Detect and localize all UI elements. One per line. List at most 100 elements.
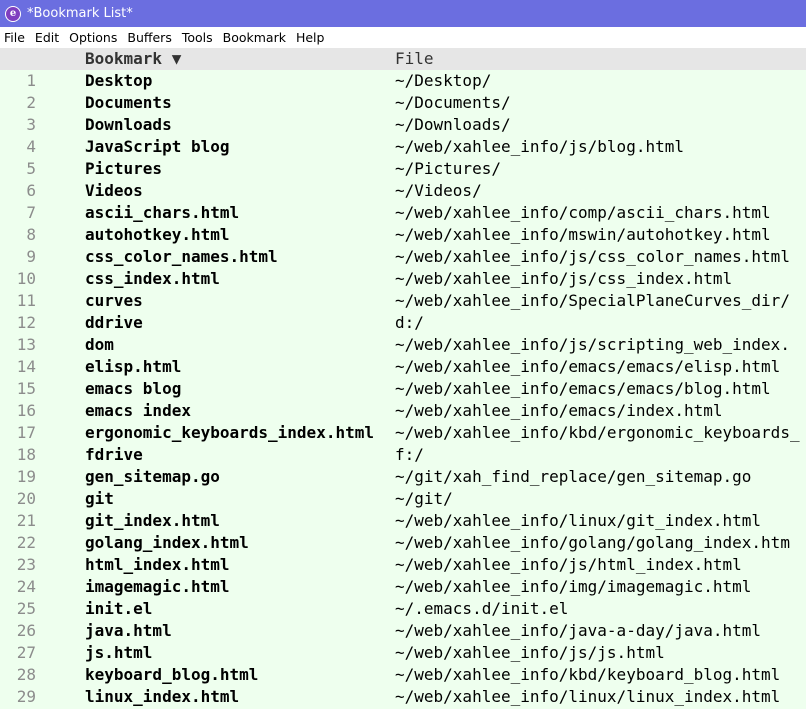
bookmark-row[interactable]: 21 git_index.html ~/web/xahlee_info/linux/… xyxy=(0,510,806,532)
bookmark-row[interactable]: 16 emacs index ~/web/xahlee_info/emacs/ind… xyxy=(0,400,806,422)
bookmark-row[interactable]: 25 init.el ~/.emacs.d/init.el xyxy=(0,598,806,620)
bookmark-name[interactable]: css_index.html xyxy=(85,268,220,290)
bookmark-name[interactable]: autohotkey.html xyxy=(85,224,230,246)
line-number: 21 xyxy=(16,511,36,530)
bookmark-name[interactable]: fdrive xyxy=(85,444,143,466)
bookmark-row[interactable]: 10 css_index.html ~/web/xahlee_info/js/css… xyxy=(0,268,806,290)
line-number: 15 xyxy=(16,379,36,398)
bookmark-name[interactable]: Downloads xyxy=(85,114,172,136)
bookmark-row[interactable]: 1 Desktop ~/Desktop/ xyxy=(0,70,806,92)
bookmark-row[interactable]: 8 autohotkey.html ~/web/xahlee_info/mswin/… xyxy=(0,224,806,246)
bookmark-row[interactable]: 26 java.html ~/web/xahlee_info/java-a-day/… xyxy=(0,620,806,642)
line-number: 19 xyxy=(16,467,36,486)
bookmark-name[interactable]: dom xyxy=(85,334,114,356)
bookmark-row[interactable]: 17 ergonomic_keyboards_index.html ~/web/xa… xyxy=(0,422,806,444)
bookmark-file: ~/Documents/ xyxy=(395,93,511,112)
menu-buffers[interactable]: Buffers xyxy=(122,30,176,45)
line-number: 28 xyxy=(16,665,36,684)
bookmark-row[interactable]: 29 linux_index.html ~/web/xahlee_info/linu… xyxy=(0,686,806,708)
bookmark-row[interactable]: 2 Documents ~/Documents/ xyxy=(0,92,806,114)
menu-file[interactable]: File xyxy=(0,30,30,45)
bookmark-row[interactable]: 5 Pictures ~/Pictures/ xyxy=(0,158,806,180)
bookmark-name[interactable]: js.html xyxy=(85,642,152,664)
bookmark-rows: 1 Desktop ~/Desktop/2 Documents ~/Documents/… xyxy=(0,70,806,708)
bookmark-name[interactable]: ergonomic_keyboards_index.html xyxy=(85,422,374,444)
bookmark-name[interactable]: Desktop xyxy=(85,70,152,92)
bookmark-row[interactable]: 14 elisp.html ~/web/xahlee_info/emacs/emac… xyxy=(0,356,806,378)
bookmark-row[interactable]: 6 Videos ~/Videos/ xyxy=(0,180,806,202)
bookmark-row[interactable]: 20 git ~/git/ xyxy=(0,488,806,510)
bookmark-file: ~/web/xahlee_info/comp/ascii_chars.html xyxy=(395,203,771,222)
line-number: 10 xyxy=(16,269,36,288)
bookmark-row[interactable]: 15 emacs blog ~/web/xahlee_info/emacs/emac… xyxy=(0,378,806,400)
bookmark-row[interactable]: 27 js.html ~/web/xahlee_info/js/js.html xyxy=(0,642,806,664)
bookmark-name[interactable]: ascii_chars.html xyxy=(85,202,239,224)
line-number: 17 xyxy=(16,423,36,442)
menu-tools[interactable]: Tools xyxy=(177,30,218,45)
menu-options[interactable]: Options xyxy=(64,30,122,45)
line-number: 7 xyxy=(26,203,36,222)
bookmark-name[interactable]: Documents xyxy=(85,92,172,114)
bookmark-name[interactable]: elisp.html xyxy=(85,356,181,378)
bookmark-row[interactable]: 11 curves ~/web/xahlee_info/SpecialPlaneCu… xyxy=(0,290,806,312)
line-number: 9 xyxy=(26,247,36,266)
line-number: 16 xyxy=(16,401,36,420)
bookmark-row[interactable]: 18 fdrive f:/ xyxy=(0,444,806,466)
column-header-file[interactable]: File xyxy=(395,48,434,70)
bookmark-name[interactable]: emacs index xyxy=(85,400,191,422)
bookmark-name[interactable]: Pictures xyxy=(85,158,162,180)
bookmark-name[interactable]: JavaScript blog xyxy=(85,136,230,158)
bookmark-row[interactable]: 9 css_color_names.html ~/web/xahlee_info/j… xyxy=(0,246,806,268)
bookmark-file: ~/web/xahlee_info/emacs/emacs/blog.html xyxy=(395,379,771,398)
line-number: 13 xyxy=(16,335,36,354)
bookmark-file: ~/web/xahlee_info/kbd/ergonomic_keyboard… xyxy=(395,423,800,442)
bookmark-name[interactable]: ddrive xyxy=(85,312,143,334)
bookmark-file: ~/web/xahlee_info/emacs/emacs/elisp.html xyxy=(395,357,781,376)
bookmark-file: ~/web/xahlee_info/golang/golang_index.ht… xyxy=(395,533,790,552)
bookmark-name[interactable]: css_color_names.html xyxy=(85,246,278,268)
line-number: 2 xyxy=(26,93,36,112)
bookmark-name[interactable]: gen_sitemap.go xyxy=(85,466,220,488)
bookmark-name[interactable]: golang_index.html xyxy=(85,532,249,554)
bookmark-name[interactable]: git_index.html xyxy=(85,510,220,532)
bookmark-row[interactable]: 4 JavaScript blog ~/web/xahlee_info/js/blo… xyxy=(0,136,806,158)
bookmark-row[interactable]: 24 imagemagic.html ~/web/xahlee_info/img/i… xyxy=(0,576,806,598)
bookmark-row[interactable]: 3 Downloads ~/Downloads/ xyxy=(0,114,806,136)
line-number: 4 xyxy=(26,137,36,156)
bookmark-name[interactable]: html_index.html xyxy=(85,554,230,576)
bookmark-row[interactable]: 28 keyboard_blog.html ~/web/xahlee_info/kb… xyxy=(0,664,806,686)
bookmark-file: ~/web/xahlee_info/js/scripting_web_index… xyxy=(395,335,790,354)
bookmark-list-buffer[interactable]: Bookmark ▼ File 1 Desktop ~/Desktop/2 Docum… xyxy=(0,48,806,709)
bookmark-name[interactable]: init.el xyxy=(85,598,152,620)
line-number: 22 xyxy=(16,533,36,552)
bookmark-row[interactable]: 12 ddrive d:/ xyxy=(0,312,806,334)
menu-edit[interactable]: Edit xyxy=(30,30,64,45)
line-number: 14 xyxy=(16,357,36,376)
bookmark-file: ~/web/xahlee_info/js/css_color_names.htm… xyxy=(395,247,790,266)
bookmark-file: ~/web/xahlee_info/js/js.html xyxy=(395,643,665,662)
bookmark-row[interactable]: 7 ascii_chars.html ~/web/xahlee_info/comp/… xyxy=(0,202,806,224)
bookmark-name[interactable]: curves xyxy=(85,290,143,312)
column-header-bookmark[interactable]: Bookmark ▼ xyxy=(85,48,181,70)
bookmark-name[interactable]: git xyxy=(85,488,114,510)
bookmark-file: ~/web/xahlee_info/kbd/keyboard_blog.html xyxy=(395,665,781,684)
bookmark-name[interactable]: java.html xyxy=(85,620,172,642)
bookmark-name[interactable]: emacs blog xyxy=(85,378,181,400)
line-number: 20 xyxy=(16,489,36,508)
bookmark-file: ~/Pictures/ xyxy=(395,159,501,178)
line-number: 12 xyxy=(16,313,36,332)
bookmark-row[interactable]: 22 golang_index.html ~/web/xahlee_info/gol… xyxy=(0,532,806,554)
bookmark-file: ~/web/xahlee_info/linux/git_index.html xyxy=(395,511,762,530)
bookmark-row[interactable]: 13 dom ~/web/xahlee_info/js/scripting_web_… xyxy=(0,334,806,356)
menu-help[interactable]: Help xyxy=(291,30,330,45)
bookmark-name[interactable]: keyboard_blog.html xyxy=(85,664,258,686)
bookmark-row[interactable]: 19 gen_sitemap.go ~/git/xah_find_replace/g… xyxy=(0,466,806,488)
bookmark-name[interactable]: linux_index.html xyxy=(85,686,239,708)
menu-bookmark[interactable]: Bookmark xyxy=(218,30,291,45)
bookmark-name[interactable]: imagemagic.html xyxy=(85,576,230,598)
bookmark-name[interactable]: Videos xyxy=(85,180,143,202)
line-number: 11 xyxy=(16,291,36,310)
bookmark-file: ~/web/xahlee_info/java-a-day/java.html xyxy=(395,621,762,640)
bookmark-row[interactable]: 23 html_index.html ~/web/xahlee_info/js/ht… xyxy=(0,554,806,576)
window-title: *Bookmark List* xyxy=(27,6,133,21)
